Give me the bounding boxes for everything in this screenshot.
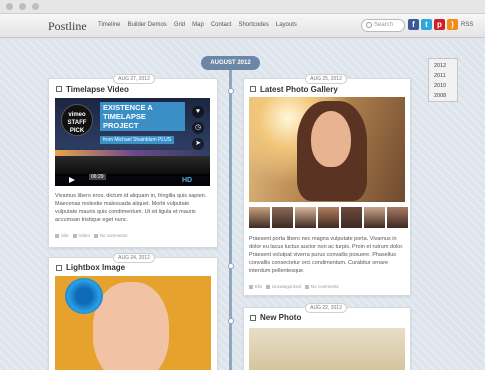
window-close-dot[interactable] <box>6 3 13 10</box>
year-link[interactable]: 2008 <box>434 93 457 99</box>
lightbox-photo[interactable] <box>55 276 211 370</box>
new-photo-image[interactable] <box>249 328 405 370</box>
gallery-thumbnail[interactable] <box>387 207 408 228</box>
nav-contact[interactable]: Contact <box>211 22 232 28</box>
play-icon[interactable] <box>69 177 75 183</box>
nav-builder-demos[interactable]: Builder Demos <box>127 22 166 28</box>
hd-icon[interactable]: HD <box>182 177 192 184</box>
video-headline[interactable]: EXISTENCE A TIMELAPSE PROJECT <box>100 102 185 131</box>
post-excerpt: Praesent porta libero nec magna vulputat… <box>249 236 404 274</box>
timeline-knob <box>228 263 234 269</box>
post-category[interactable]: Uncategorized <box>272 284 301 289</box>
site-logo[interactable]: Postline <box>48 19 87 34</box>
window-zoom-dot[interactable] <box>32 3 39 10</box>
photo-blue-flower <box>65 278 103 314</box>
post-comments[interactable]: No comments <box>100 233 128 238</box>
post-date: AUG 27, 2012 <box>113 74 155 84</box>
post-meta: Elis Uncategorized No comments <box>249 284 339 289</box>
post-excerpt: Vivamus libero eros, dictum id aliquam i… <box>55 193 207 223</box>
nav-grid[interactable]: Grid <box>174 22 185 28</box>
video-player[interactable]: vimeo STAFF PICK EXISTENCE A TIMELAPSE PR… <box>55 98 210 186</box>
search-input[interactable]: Search <box>361 19 405 32</box>
post-author[interactable]: Elis <box>255 284 262 289</box>
gallery-thumbnail[interactable] <box>341 207 362 228</box>
category-icon <box>72 233 77 238</box>
rss-icon[interactable]: ) <box>447 19 458 30</box>
image-post-icon <box>56 265 62 271</box>
post-meta: Site Video No comments <box>55 233 128 238</box>
year-navigator: 2012 2011 2010 2008 <box>428 58 458 102</box>
category-icon <box>266 284 271 289</box>
nav-timeline[interactable]: Timeline <box>98 22 120 28</box>
post-title[interactable]: Lightbox Image <box>66 263 125 272</box>
vimeo-label: vimeo <box>68 112 86 118</box>
gallery-thumbnail[interactable] <box>318 207 339 228</box>
gallery-thumbnail[interactable] <box>364 207 385 228</box>
video-byline[interactable]: from Michael Shainblum PLUS <box>100 136 175 144</box>
watch-later-clock-icon[interactable]: ◷ <box>192 122 204 134</box>
share-icon[interactable]: ➤ <box>192 138 204 150</box>
plus-badge: PLUS <box>158 137 172 143</box>
site-header: Postline Timeline Builder Demos Grid Map… <box>0 14 485 38</box>
post-title[interactable]: Timelapse Video <box>66 85 129 94</box>
gallery-post-icon <box>250 86 256 92</box>
post-date: AUG 22, 2012 <box>305 303 347 313</box>
video-time: 06:29 <box>89 174 106 180</box>
year-link[interactable]: 2010 <box>434 83 457 89</box>
nav-map[interactable]: Map <box>192 22 204 28</box>
video-author: from Michael Shainblum <box>103 137 157 143</box>
post-comments[interactable]: No comments <box>311 284 339 289</box>
video-post-icon <box>56 86 62 92</box>
post-category[interactable]: Video <box>79 233 90 238</box>
search-icon <box>366 22 372 28</box>
author-icon <box>249 284 253 289</box>
browser-chrome <box>0 0 485 14</box>
post-date: AUG 24, 2012 <box>113 253 155 263</box>
comments-icon <box>304 284 309 289</box>
rss-link[interactable]: RSS <box>461 22 473 28</box>
search-placeholder: Search <box>374 22 394 28</box>
twitter-icon[interactable]: t <box>421 19 432 30</box>
gallery-thumbnail[interactable] <box>249 207 270 228</box>
post-date: AUG 25, 2012 <box>305 74 347 84</box>
main-nav: Timeline Builder Demos Grid Map Contact … <box>98 22 304 28</box>
year-link[interactable]: 2011 <box>434 73 457 79</box>
timeline-knob <box>228 318 234 324</box>
video-controls: 06:29 HD <box>55 174 210 186</box>
gallery-thumbnail[interactable] <box>295 207 316 228</box>
photo-subject-face <box>311 111 351 167</box>
staff-pick-badge: vimeo STAFF PICK <box>61 104 93 136</box>
author-icon <box>55 233 59 238</box>
photo-subject-face <box>93 282 169 370</box>
timeline-knob <box>228 88 234 94</box>
window-minimize-dot[interactable] <box>19 3 26 10</box>
like-heart-icon[interactable]: ♥ <box>192 106 204 118</box>
post-title[interactable]: Latest Photo Gallery <box>260 85 338 94</box>
photo-post-icon <box>250 315 256 321</box>
post-author[interactable]: Site <box>61 233 69 238</box>
gallery-thumbnail[interactable] <box>272 207 293 228</box>
gallery-featured-photo[interactable] <box>249 97 405 202</box>
pinterest-icon[interactable]: p <box>434 19 445 30</box>
video-landscape <box>55 156 210 176</box>
nav-layouts[interactable]: Layouts <box>276 22 297 28</box>
comments-icon <box>93 233 98 238</box>
timeline-month-heading[interactable]: AUGUST 2012 <box>201 56 260 70</box>
year-link[interactable]: 2012 <box>434 63 457 69</box>
staff-pick-label: STAFF PICK <box>67 120 87 134</box>
nav-shortcodes[interactable]: Shortcodes <box>239 22 269 28</box>
facebook-icon[interactable]: f <box>408 19 419 30</box>
post-title[interactable]: New Photo <box>260 313 301 322</box>
